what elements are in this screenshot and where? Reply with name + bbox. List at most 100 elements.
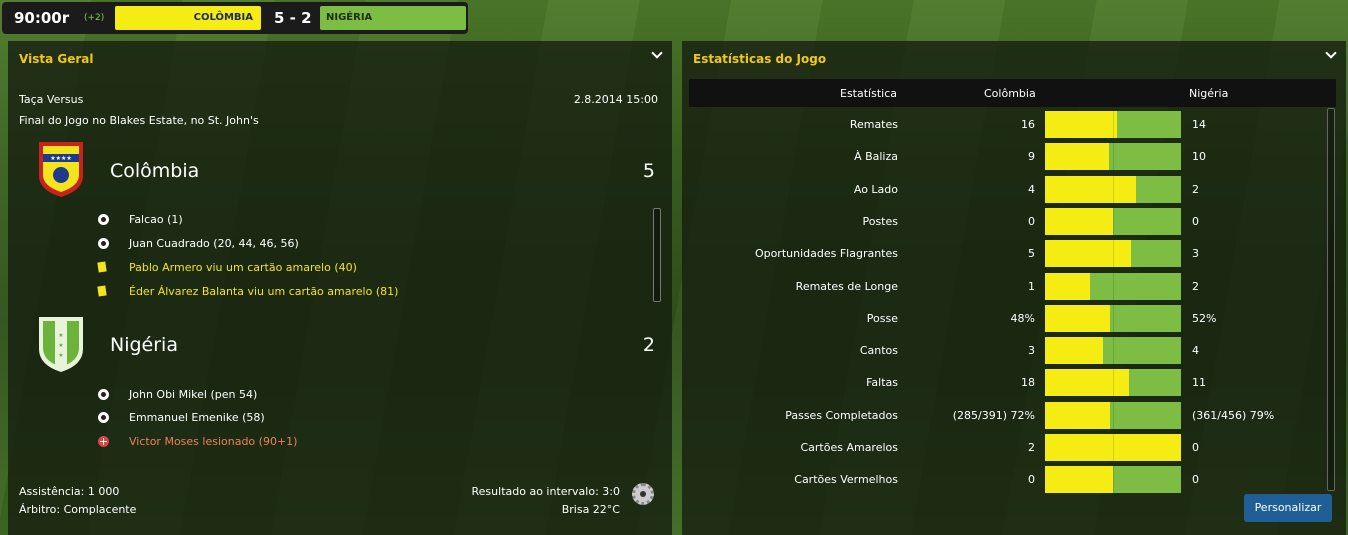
stat-comparison-bar [1045, 466, 1181, 494]
stat-comparison-bar [1045, 337, 1181, 365]
stat-home-fill [1045, 175, 1137, 203]
bar-midline [1113, 272, 1114, 300]
stat-away-value: 4 [1192, 344, 1199, 358]
stat-home-value: 4 [1028, 182, 1035, 196]
away-team-name: Nigéria [110, 334, 178, 356]
nigeria-crest-icon: ★ ★ ★ [39, 317, 83, 372]
stat-label: Remates [849, 118, 898, 131]
stat-label: Passes Completados [785, 408, 898, 422]
stat-home-fill [1045, 401, 1111, 429]
stat-row: Oportunidades Flagrantes 5 3 [689, 239, 1321, 268]
stat-row: Passes Completados (285/391) 72% (361/456)… [689, 401, 1321, 429]
match-venue: Final do Jogo no Blakes Estate, no St. J… [19, 114, 259, 127]
yellow-card-icon [97, 285, 107, 297]
goal-icon [98, 214, 109, 225]
scoreline: 5 - 2 [274, 9, 312, 27]
stat-label: Cartões Amarelos [800, 441, 898, 454]
bar-midline [1113, 337, 1114, 365]
stat-home-value: 1 [1028, 279, 1035, 293]
stat-home-fill [1045, 466, 1113, 494]
bar-midline [1113, 175, 1114, 203]
away-team-box[interactable]: NIGÉRIA [320, 6, 466, 30]
competition-name: Taça Versus [19, 93, 84, 106]
stat-row: Ao Lado 4 2 [689, 175, 1321, 203]
stat-away-value: 10 [1192, 150, 1206, 164]
stat-row: Cartões Amarelos 2 0 [689, 433, 1321, 461]
stat-home-value: 3 [1028, 344, 1035, 358]
stats-title: Estatísticas do Jogo [693, 52, 827, 66]
event-item: Juan Cuadrado (20, 44, 46, 56) [129, 237, 299, 250]
svg-text:★: ★ [58, 332, 63, 339]
stat-label: Cartões Vermelhos [794, 473, 898, 487]
header-away: Nigéria [1189, 87, 1229, 100]
home-team-box[interactable]: COLÔMBIA [115, 6, 261, 30]
event-item: Éder Álvarez Balanta viu um cartão amare… [129, 285, 399, 298]
stat-comparison-bar [1045, 207, 1181, 235]
injury-icon [98, 436, 109, 447]
stat-home-value: 0 [1028, 473, 1035, 487]
chevron-down-icon[interactable] [1326, 49, 1336, 59]
stat-home-fill [1045, 304, 1111, 332]
bar-midline [1113, 207, 1114, 235]
stat-home-value: 0 [1028, 214, 1035, 228]
stat-home-value: 9 [1028, 150, 1035, 164]
svg-text:★: ★ [58, 342, 63, 349]
weather: Brisa 22°C [561, 503, 620, 516]
stat-home-fill [1045, 207, 1113, 235]
stat-home-fill [1045, 369, 1130, 397]
gear-icon[interactable] [632, 483, 654, 505]
match-clock: 90:00r [14, 9, 70, 27]
home-team-score: 5 [642, 160, 655, 182]
stats-table-header: Estatística Colômbia Nigéria [689, 79, 1336, 107]
stat-row: Cartões Vermelhos 0 0 [689, 465, 1321, 494]
stat-row: Faltas 18 11 [689, 368, 1321, 397]
header-home: Colômbia [984, 87, 1036, 100]
chevron-down-icon[interactable] [652, 49, 662, 59]
stat-comparison-bar [1045, 434, 1181, 461]
stat-comparison-bar [1045, 369, 1181, 397]
bar-midline [1113, 111, 1114, 138]
stat-comparison-bar [1045, 143, 1181, 171]
stat-row: Remates 16 14 [689, 110, 1321, 138]
stat-away-value: (361/456) 79% [1192, 408, 1275, 422]
stat-label: Oportunidades Flagrantes [754, 247, 898, 261]
stat-label: Postes [862, 214, 898, 228]
stat-away-value: 3 [1192, 247, 1199, 261]
stat-label: Faltas [866, 376, 898, 390]
stat-home-fill [1045, 111, 1118, 138]
overview-panel: Vista Geral Taça Versus 2.8.2014 15:00 F… [8, 41, 672, 535]
home-team-name: Colômbia [110, 160, 200, 182]
event-item: Emmanuel Emenike (58) [129, 411, 265, 424]
stats-panel: Estatísticas do Jogo Estatística Colômbi… [682, 41, 1346, 535]
stat-label: Remates de Longe [795, 279, 898, 293]
stat-row: À Baliza 9 10 [689, 142, 1321, 171]
event-item: Falcao (1) [129, 213, 183, 226]
stat-label: À Baliza [854, 150, 898, 164]
events-scrollbar[interactable] [653, 208, 661, 302]
stat-away-value: 0 [1192, 473, 1199, 487]
event-item: John Obi Mikel (pen 54) [129, 388, 258, 401]
away-team-score: 2 [642, 334, 655, 356]
stat-home-fill [1045, 143, 1109, 171]
stats-scrollbar[interactable] [1327, 108, 1335, 491]
goal-icon [98, 389, 109, 400]
added-time: (+2) [84, 13, 105, 23]
stat-row: Cantos 3 4 [689, 336, 1321, 365]
stat-home-fill [1045, 337, 1104, 365]
goal-icon [98, 412, 109, 423]
stat-away-value: 14 [1192, 118, 1206, 131]
stat-home-value: 48% [1010, 311, 1035, 325]
stat-comparison-bar [1045, 240, 1181, 268]
halftime-result: Resultado ao intervalo: 3:0 [471, 485, 620, 498]
customize-button[interactable]: Personalizar [1244, 494, 1332, 522]
referee: Árbitro: Complacente [19, 503, 137, 516]
bar-midline [1113, 143, 1114, 171]
stat-away-value: 2 [1192, 279, 1199, 293]
goal-icon [98, 238, 109, 249]
stat-away-value: 0 [1192, 441, 1199, 454]
match-scorebar: 90:00r (+2) COLÔMBIA 5 - 2 NIGÉRIA [2, 2, 468, 34]
yellow-card-icon [97, 261, 107, 273]
stat-home-value: 18 [1021, 376, 1035, 390]
stat-home-value: 2 [1028, 441, 1035, 454]
bar-midline [1113, 304, 1114, 332]
